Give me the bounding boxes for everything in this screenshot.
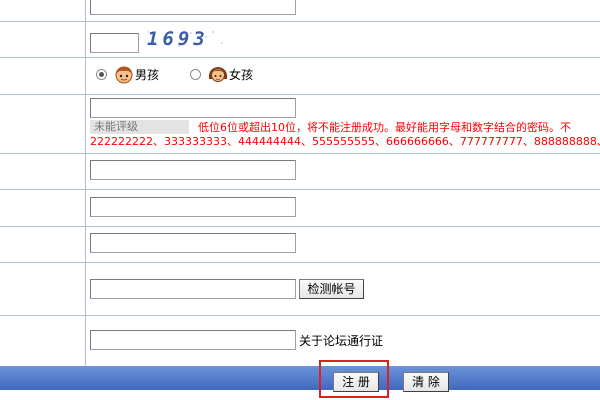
clear-button[interactable]: 清 除 bbox=[403, 372, 449, 392]
confirm-password-input[interactable] bbox=[90, 160, 296, 180]
row-divider bbox=[0, 21, 600, 22]
girl-avatar-icon bbox=[208, 67, 228, 82]
row-divider bbox=[0, 315, 600, 316]
boy-avatar-icon bbox=[115, 66, 133, 84]
field-row-7-input[interactable] bbox=[90, 233, 296, 253]
captcha-code: 1693 bbox=[147, 28, 209, 49]
top-field[interactable] bbox=[90, 0, 296, 15]
check-account-button[interactable]: 检测帐号 bbox=[299, 279, 364, 299]
column-divider bbox=[85, 0, 86, 366]
password-hint-line1: 低位6位或超出10位，将不能注册成功。最好能用字母和数字结合的密码。不 bbox=[198, 121, 571, 134]
registration-form: 1693 男孩 女孩 未能评级 低位6位或超出10位，将不能注册成功。最好能用字… bbox=[0, 0, 600, 400]
password-strength-meter: 未能评级 bbox=[90, 120, 189, 134]
row-divider bbox=[0, 262, 600, 263]
captcha-image[interactable]: 1693 bbox=[143, 28, 227, 49]
password-input[interactable] bbox=[90, 98, 296, 118]
agreement-link[interactable]: 关于论坛通行证 bbox=[299, 334, 383, 348]
gender-girl-radio[interactable] bbox=[190, 69, 201, 80]
row-divider bbox=[0, 226, 600, 227]
captcha-input[interactable] bbox=[90, 33, 139, 53]
gender-boy-label: 男孩 bbox=[135, 68, 160, 82]
row-divider bbox=[0, 94, 600, 95]
row-divider bbox=[0, 153, 600, 154]
field-row-6-input[interactable] bbox=[90, 197, 296, 217]
password-hint-line2: 222222222、333333333、444444444、555555555、… bbox=[90, 135, 600, 148]
account-input[interactable] bbox=[90, 279, 296, 299]
gender-boy-radio[interactable] bbox=[96, 69, 107, 80]
register-highlight-box bbox=[319, 360, 389, 398]
agreement-input[interactable] bbox=[90, 330, 296, 350]
action-bar bbox=[0, 366, 600, 390]
row-divider bbox=[0, 189, 600, 190]
gender-girl-label: 女孩 bbox=[229, 68, 254, 82]
row-divider bbox=[0, 57, 600, 58]
